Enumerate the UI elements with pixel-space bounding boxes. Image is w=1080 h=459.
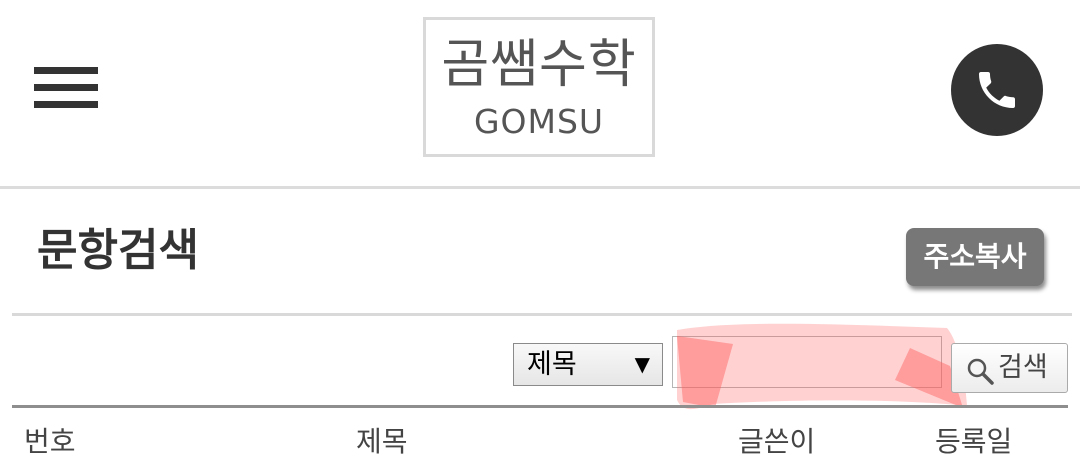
column-header-title: 제목 bbox=[356, 425, 408, 458]
column-header-date: 등록일 bbox=[935, 425, 1013, 458]
page-root: 곰쌤수학 GOMSU 문항검색 주소복사 제목 ▼ 검색 번호 제목 글쓴이 등… bbox=[0, 0, 1080, 459]
column-header-author: 글쓴이 bbox=[738, 425, 816, 458]
copy-address-button[interactable]: 주소복사 bbox=[906, 228, 1044, 286]
dropdown-arrow-icon: ▼ bbox=[634, 352, 650, 376]
header-divider bbox=[0, 186, 1080, 189]
search-field-selected-value: 제목 bbox=[527, 349, 577, 380]
menu-bar bbox=[34, 101, 98, 108]
page-title: 문항검색 bbox=[37, 225, 199, 276]
menu-bar bbox=[34, 67, 98, 74]
logo-title: 곰쌤수학 bbox=[441, 35, 637, 95]
search-button-label: 검색 bbox=[998, 352, 1048, 383]
table-top-border bbox=[12, 405, 1068, 408]
phone-call-button[interactable] bbox=[951, 44, 1043, 136]
column-header-number: 번호 bbox=[24, 425, 76, 458]
logo-subtitle: GOMSU bbox=[473, 102, 605, 141]
search-button[interactable]: 검색 bbox=[951, 343, 1068, 393]
magnifier-icon bbox=[967, 358, 994, 385]
hamburger-menu-icon[interactable] bbox=[34, 67, 100, 111]
menu-bar bbox=[34, 84, 98, 91]
search-input[interactable] bbox=[672, 336, 942, 388]
phone-icon bbox=[979, 72, 1015, 108]
site-header: 곰쌤수학 GOMSU bbox=[0, 0, 1080, 189]
title-divider bbox=[12, 313, 1072, 316]
search-field-select[interactable]: 제목 ▼ bbox=[513, 343, 663, 386]
site-logo[interactable]: 곰쌤수학 GOMSU bbox=[423, 17, 655, 157]
